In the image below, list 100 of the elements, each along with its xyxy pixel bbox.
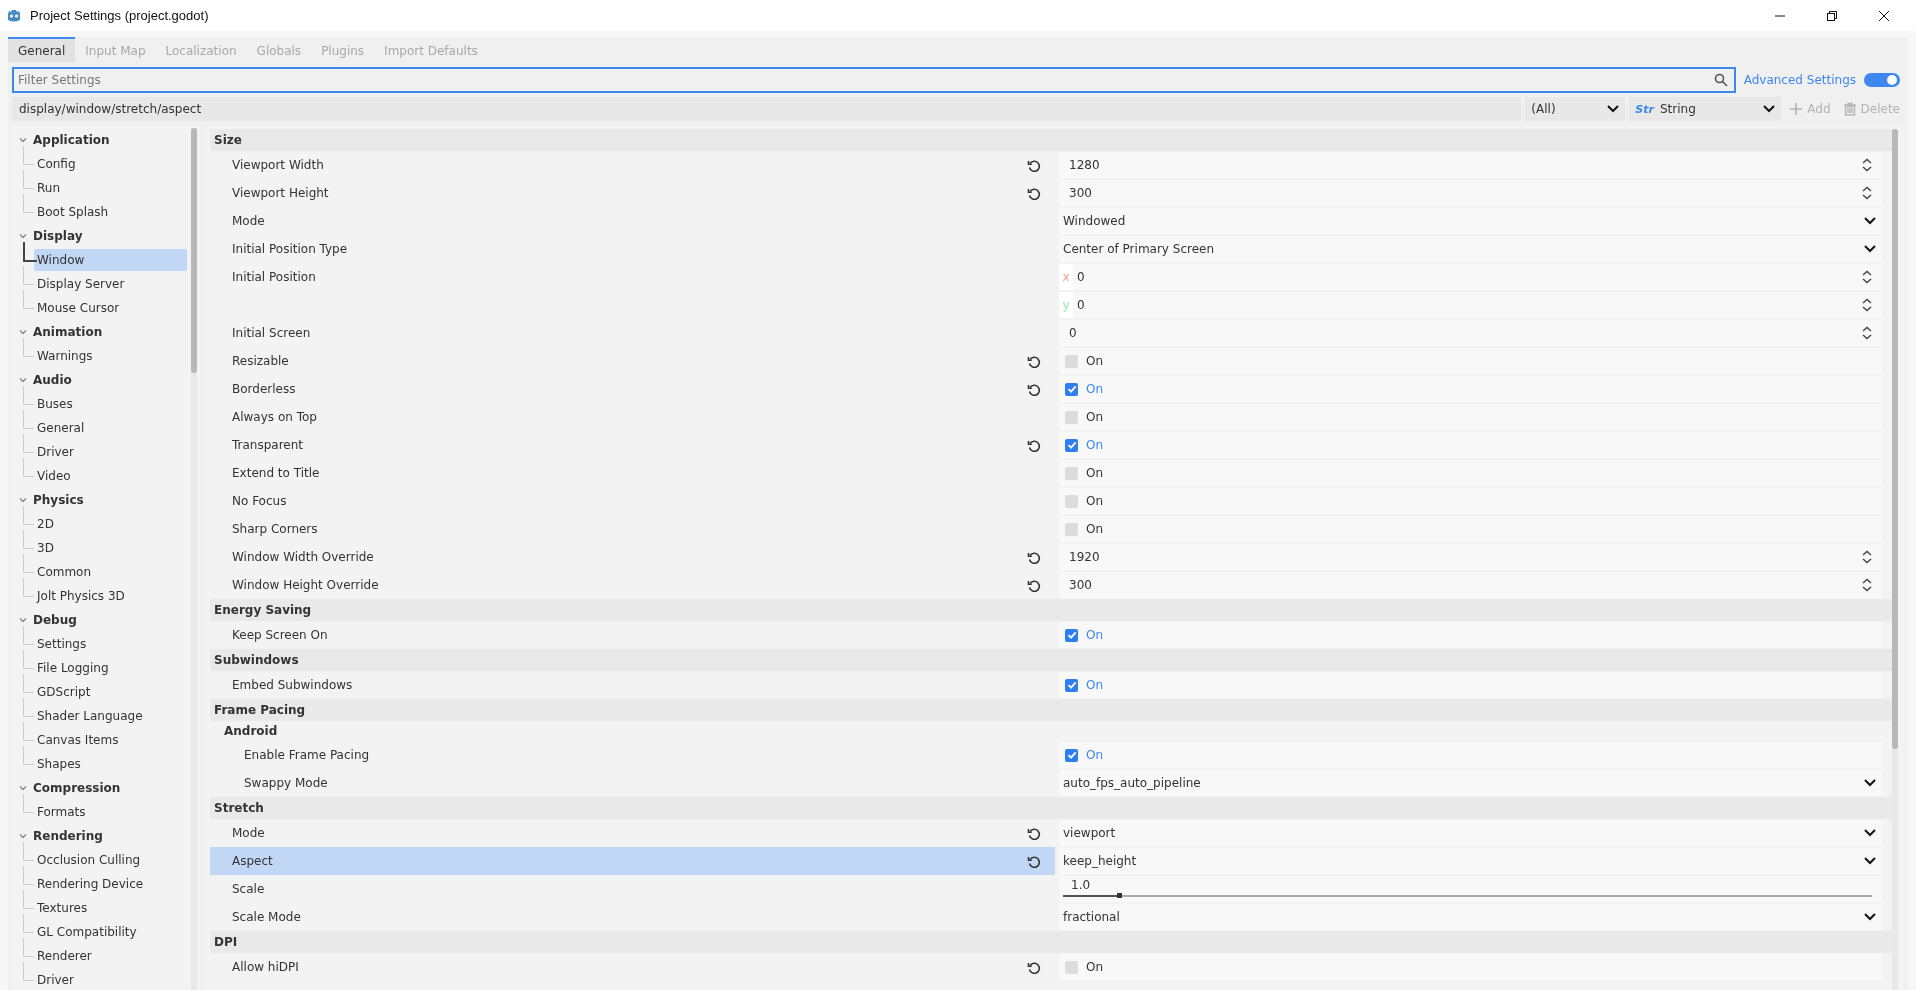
category-item[interactable]: Application (12, 128, 191, 152)
vector-component-field[interactable]: x 0 (1059, 264, 1882, 290)
property-label[interactable]: Resizable (210, 347, 1055, 375)
property-label[interactable]: Scale Mode (210, 903, 1055, 931)
checkbox[interactable] (1065, 354, 1078, 368)
property-label[interactable]: Viewport Height (210, 179, 1055, 207)
number-field[interactable]: 300 (1059, 572, 1882, 598)
property-label[interactable]: Aspect (210, 847, 1055, 875)
tree-item[interactable]: Jolt Physics 3D (34, 585, 187, 607)
vector-component-field[interactable]: y 0 (1059, 292, 1882, 318)
tree-item[interactable]: Formats (34, 801, 187, 823)
revert-icon[interactable] (1027, 855, 1041, 869)
tree-item[interactable]: Settings (34, 633, 187, 655)
tree-item[interactable]: Driver (34, 969, 187, 990)
tree-item[interactable]: Shapes (34, 753, 187, 775)
property-label[interactable]: Sharp Corners (210, 515, 1055, 543)
revert-icon[interactable] (1027, 827, 1041, 841)
tree-item[interactable]: Common (34, 561, 187, 583)
chevron-icon[interactable] (18, 783, 28, 793)
tree-item[interactable]: File Logging (34, 657, 187, 679)
category-item[interactable]: Audio (12, 368, 191, 392)
dropdown[interactable]: keep_height (1059, 848, 1882, 874)
category-item[interactable]: Rendering (12, 824, 191, 848)
checkbox[interactable] (1065, 628, 1078, 642)
close-icon[interactable] (1878, 9, 1890, 22)
property-label[interactable]: Transparent (210, 431, 1055, 459)
tree-item[interactable]: Renderer (34, 945, 187, 967)
section-header[interactable]: Subwindows (210, 649, 1892, 671)
spinner-arrows-icon[interactable] (1862, 578, 1872, 592)
subsection-header[interactable]: Android (210, 721, 1892, 741)
property-label[interactable]: Mode (210, 207, 1055, 235)
dropdown[interactable]: fractional (1059, 904, 1882, 930)
property-label[interactable]: Always on Top (210, 403, 1055, 431)
revert-icon[interactable] (1027, 383, 1041, 397)
spinner-arrows-icon[interactable] (1862, 270, 1872, 284)
checkbox[interactable] (1065, 960, 1078, 974)
category-item[interactable]: Display (12, 224, 191, 248)
checkbox-label[interactable]: On (1086, 960, 1104, 974)
property-label[interactable]: Window Height Override (210, 571, 1055, 599)
property-label[interactable]: Borderless (210, 375, 1055, 403)
tree-item[interactable]: General (34, 417, 187, 439)
property-label[interactable]: Window Width Override (210, 543, 1055, 571)
chevron-icon[interactable] (18, 831, 28, 841)
category-item[interactable]: Physics (12, 488, 191, 512)
tree-item[interactable]: Driver (34, 441, 187, 463)
chevron-icon[interactable] (18, 495, 28, 505)
revert-icon[interactable] (1027, 551, 1041, 565)
tree-item[interactable]: Warnings (34, 345, 187, 367)
number-field[interactable]: 0 (1059, 320, 1882, 346)
property-label[interactable]: Scale (210, 875, 1055, 903)
dropdown[interactable]: viewport (1059, 820, 1882, 846)
property-path-field[interactable]: display/window/stretch/aspect (12, 97, 1522, 121)
number-field[interactable]: 300 (1059, 180, 1882, 206)
revert-icon[interactable] (1027, 187, 1041, 201)
section-header[interactable]: Stretch (210, 797, 1892, 819)
tree-item[interactable]: Mouse Cursor (34, 297, 187, 319)
property-label[interactable]: Swappy Mode (210, 769, 1055, 797)
tree-item[interactable]: Window (34, 249, 187, 271)
section-header[interactable]: Frame Pacing (210, 699, 1892, 721)
property-label[interactable]: Viewport Width (210, 151, 1055, 179)
checkbox-label[interactable]: On (1086, 354, 1104, 368)
section-header[interactable]: Size (210, 129, 1892, 151)
checkbox[interactable] (1065, 522, 1078, 536)
revert-icon[interactable] (1027, 439, 1041, 453)
tree-item[interactable]: Canvas Items (34, 729, 187, 751)
revert-icon[interactable] (1027, 355, 1041, 369)
property-label[interactable]: Embed Subwindows (210, 671, 1055, 699)
scrollbar[interactable] (191, 128, 197, 990)
property-label[interactable]: Allow hiDPI (210, 953, 1055, 981)
checkbox-label[interactable]: On (1086, 410, 1104, 424)
dropdown[interactable]: auto_fps_auto_pipeline (1059, 770, 1882, 796)
spinner-arrows-icon[interactable] (1862, 326, 1872, 340)
dropdown[interactable]: Windowed (1059, 208, 1882, 234)
checkbox[interactable] (1065, 748, 1078, 762)
checkbox-label[interactable]: On (1086, 522, 1104, 536)
checkbox-label[interactable]: On (1086, 466, 1104, 480)
tree-item[interactable]: Occlusion Culling (34, 849, 187, 871)
checkbox[interactable] (1065, 410, 1078, 424)
number-field[interactable]: 1920 (1059, 544, 1882, 570)
property-label[interactable]: Initial Screen (210, 319, 1055, 347)
tree-item[interactable]: GDScript (34, 681, 187, 703)
tree-item[interactable]: Rendering Device (34, 873, 187, 895)
spinner-arrows-icon[interactable] (1862, 186, 1872, 200)
property-label[interactable]: Extend to Title (210, 459, 1055, 487)
tree-item[interactable]: Boot Splash (34, 201, 187, 223)
tree-item[interactable]: Buses (34, 393, 187, 415)
spinner-arrows-icon[interactable] (1862, 158, 1872, 172)
filter-field[interactable]: Filter Settings (12, 67, 1736, 93)
tree-item[interactable]: Shader Language (34, 705, 187, 727)
revert-icon[interactable] (1027, 579, 1041, 593)
checkbox[interactable] (1065, 678, 1078, 692)
property-label[interactable]: No Focus (210, 487, 1055, 515)
chevron-icon[interactable] (18, 327, 28, 337)
property-label[interactable]: Keep Screen On (210, 621, 1055, 649)
tab[interactable]: General (8, 37, 76, 62)
checkbox[interactable] (1065, 466, 1078, 480)
category-item[interactable]: Debug (12, 608, 191, 632)
spinner-arrows-icon[interactable] (1862, 298, 1872, 312)
chevron-icon[interactable] (18, 615, 28, 625)
number-field[interactable]: 1280 (1059, 152, 1882, 178)
